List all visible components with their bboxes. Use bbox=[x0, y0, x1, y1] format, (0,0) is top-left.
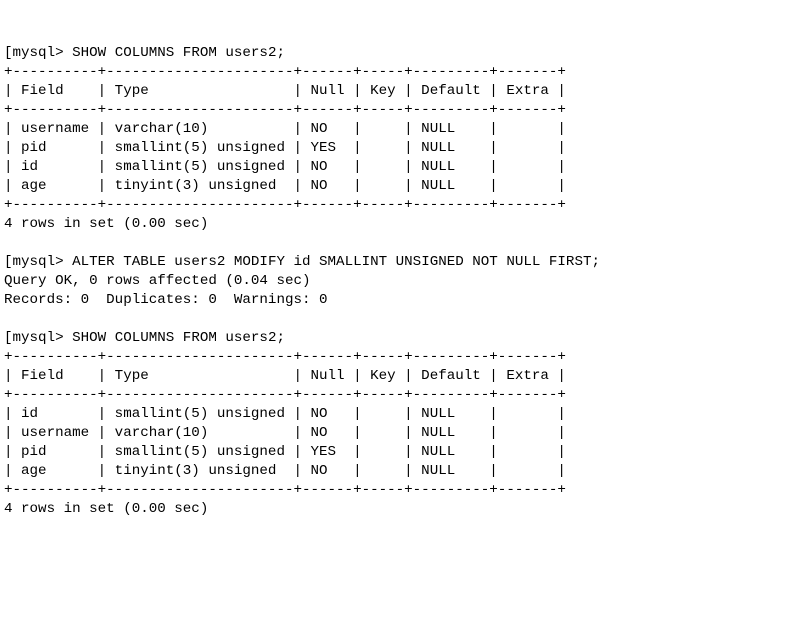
mysql-terminal[interactable]: [mysql> SHOW COLUMNS FROM users2; +-----… bbox=[0, 38, 806, 525]
alter-result-1: Query OK, 0 rows affected (0.04 sec) bbox=[4, 273, 311, 289]
table1-row-1: | pid | smallint(5) unsigned | YES | | N… bbox=[4, 140, 566, 156]
prompt-3: [mysql> SHOW COLUMNS FROM users2; bbox=[4, 330, 285, 346]
table1-border-mid: +----------+----------------------+-----… bbox=[4, 102, 566, 118]
alter-result-2: Records: 0 Duplicates: 0 Warnings: 0 bbox=[4, 292, 328, 308]
blank-2 bbox=[4, 311, 13, 327]
prompt-2: [mysql> ALTER TABLE users2 MODIFY id SMA… bbox=[4, 254, 600, 270]
table1-row-3: | age | tinyint(3) unsigned | NO | | NUL… bbox=[4, 178, 566, 194]
table2-border-bot: +----------+----------------------+-----… bbox=[4, 482, 566, 498]
table2-summary: 4 rows in set (0.00 sec) bbox=[4, 501, 208, 517]
table2-row-0: | id | smallint(5) unsigned | NO | | NUL… bbox=[4, 406, 566, 422]
table1-border-top: +----------+----------------------+-----… bbox=[4, 64, 566, 80]
prompt-1: [mysql> SHOW COLUMNS FROM users2; bbox=[4, 45, 285, 61]
table1-row-2: | id | smallint(5) unsigned | NO | | NUL… bbox=[4, 159, 566, 175]
blank-1 bbox=[4, 235, 13, 251]
table2-row-3: | age | tinyint(3) unsigned | NO | | NUL… bbox=[4, 463, 566, 479]
table1-row-0: | username | varchar(10) | NO | | NULL |… bbox=[4, 121, 566, 137]
table1-summary: 4 rows in set (0.00 sec) bbox=[4, 216, 208, 232]
table1-header: | Field | Type | Null | Key | Default | … bbox=[4, 83, 566, 99]
table1-border-bot: +----------+----------------------+-----… bbox=[4, 197, 566, 213]
table2-row-1: | username | varchar(10) | NO | | NULL |… bbox=[4, 425, 566, 441]
table2-row-2: | pid | smallint(5) unsigned | YES | | N… bbox=[4, 444, 566, 460]
table2-border-top: +----------+----------------------+-----… bbox=[4, 349, 566, 365]
table2-border-mid: +----------+----------------------+-----… bbox=[4, 387, 566, 403]
table2-header: | Field | Type | Null | Key | Default | … bbox=[4, 368, 566, 384]
